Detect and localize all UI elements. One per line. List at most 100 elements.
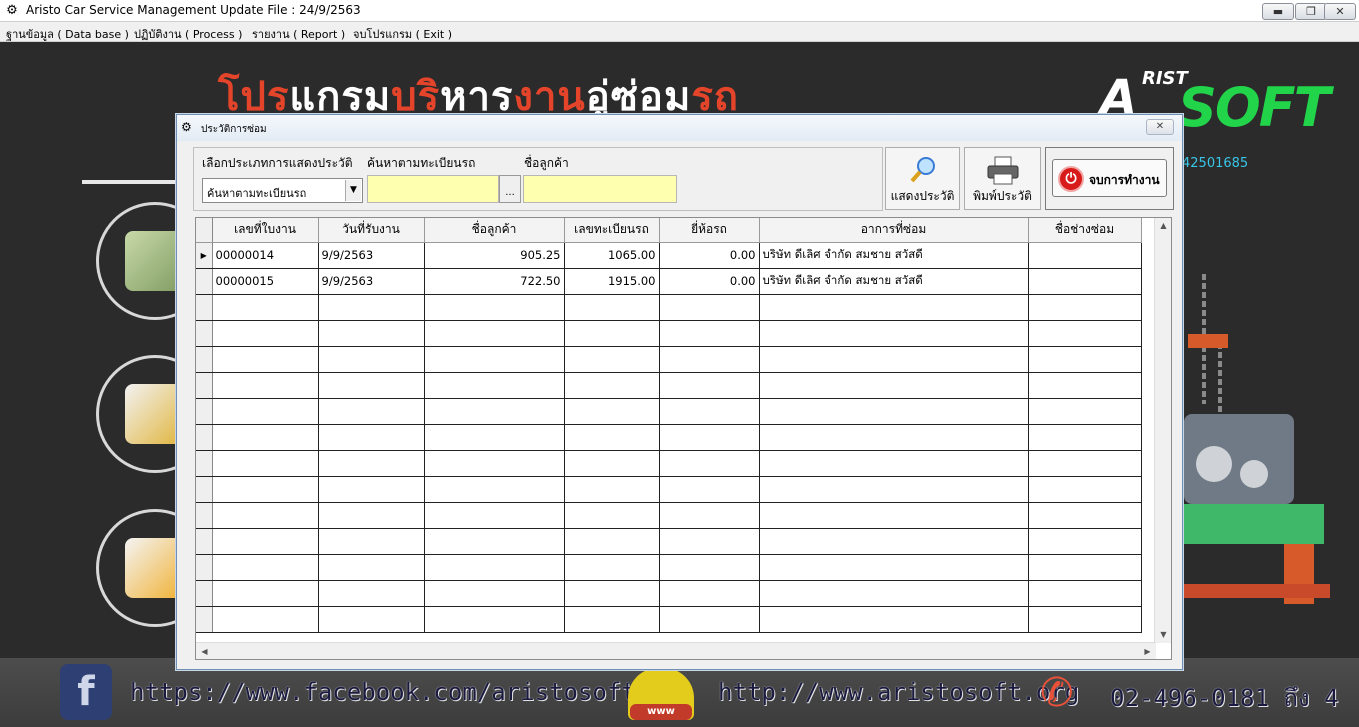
column-header[interactable]: ยี่ห้อรถ: [659, 218, 760, 243]
table-cell[interactable]: [318, 450, 425, 477]
table-cell[interactable]: [212, 398, 319, 425]
table-cell[interactable]: [659, 580, 760, 607]
table-cell[interactable]: 9/9/2563: [318, 242, 425, 269]
table-row[interactable]: [196, 346, 1142, 373]
table-cell[interactable]: 0.00: [659, 268, 760, 295]
table-cell[interactable]: [564, 528, 660, 555]
table-cell[interactable]: [1028, 346, 1142, 373]
table-cell[interactable]: [212, 502, 319, 529]
exit-button[interactable]: ⏻ จบการทำงาน: [1045, 147, 1174, 210]
table-cell[interactable]: [759, 424, 1029, 451]
scroll-right-icon[interactable]: ▶: [1139, 643, 1156, 659]
table-cell[interactable]: [212, 580, 319, 607]
table-cell[interactable]: [318, 398, 425, 425]
table-row[interactable]: [196, 398, 1142, 425]
table-cell[interactable]: [759, 372, 1029, 399]
table-cell[interactable]: [318, 346, 425, 373]
table-cell[interactable]: [1028, 502, 1142, 529]
table-cell[interactable]: [659, 554, 760, 581]
table-cell[interactable]: [1028, 606, 1142, 633]
table-row[interactable]: [196, 372, 1142, 399]
table-cell[interactable]: [1028, 372, 1142, 399]
menu-process[interactable]: ปฏิบัติงาน ( Process ): [134, 25, 242, 43]
table-cell[interactable]: [759, 502, 1029, 529]
table-cell[interactable]: บริษัท ดีเลิศ จำกัด สมชาย สวัสดี: [759, 242, 1029, 269]
table-cell[interactable]: [424, 346, 565, 373]
table-cell[interactable]: [1028, 242, 1142, 269]
table-cell[interactable]: [212, 476, 319, 503]
history-grid[interactable]: เลขที่ใบงาน วันที่รับงาน ชื่อลูกค้า เลขท…: [195, 217, 1172, 660]
table-row[interactable]: [196, 528, 1142, 555]
table-cell[interactable]: [1028, 398, 1142, 425]
table-row[interactable]: [196, 580, 1142, 607]
table-row[interactable]: [196, 320, 1142, 347]
table-cell[interactable]: [318, 554, 425, 581]
table-cell[interactable]: [659, 528, 760, 555]
table-cell[interactable]: [212, 320, 319, 347]
table-cell[interactable]: [1028, 294, 1142, 321]
print-history-button[interactable]: พิมพ์ประวัติ: [964, 147, 1041, 210]
table-cell[interactable]: [212, 294, 319, 321]
table-cell[interactable]: [564, 398, 660, 425]
table-cell[interactable]: [424, 554, 565, 581]
table-cell[interactable]: [212, 424, 319, 451]
table-cell[interactable]: [564, 450, 660, 477]
column-header[interactable]: วันที่รับงาน: [318, 218, 425, 243]
exit-button-face[interactable]: ⏻ จบการทำงาน: [1052, 159, 1167, 197]
table-cell[interactable]: [212, 450, 319, 477]
table-cell[interactable]: [659, 320, 760, 347]
scroll-left-icon[interactable]: ◀: [196, 643, 213, 659]
table-cell[interactable]: 00000015: [212, 268, 319, 295]
table-cell[interactable]: [659, 346, 760, 373]
table-cell[interactable]: [759, 528, 1029, 555]
table-cell[interactable]: [212, 346, 319, 373]
table-cell[interactable]: [1028, 450, 1142, 477]
table-row[interactable]: ▶ 00000014 9/9/2563 905.25 1065.00 0.00 …: [196, 242, 1142, 269]
table-cell[interactable]: [424, 606, 565, 633]
row-selector[interactable]: [196, 476, 213, 503]
table-cell[interactable]: [759, 450, 1029, 477]
table-cell[interactable]: 905.25: [424, 242, 565, 269]
table-cell[interactable]: [564, 554, 660, 581]
table-cell[interactable]: [318, 476, 425, 503]
table-cell[interactable]: [659, 372, 760, 399]
table-cell[interactable]: [759, 294, 1029, 321]
table-row[interactable]: [196, 294, 1142, 321]
table-cell[interactable]: [318, 502, 425, 529]
table-cell[interactable]: 722.50: [424, 268, 565, 295]
minimize-button[interactable]: ▬: [1262, 3, 1294, 20]
table-cell[interactable]: [424, 580, 565, 607]
table-cell[interactable]: [424, 294, 565, 321]
table-cell[interactable]: [564, 320, 660, 347]
menu-exit[interactable]: จบโปรแกรม ( Exit ): [353, 25, 452, 43]
column-header[interactable]: เลขทะเบียนรถ: [564, 218, 660, 243]
table-cell[interactable]: [659, 294, 760, 321]
table-cell[interactable]: [564, 580, 660, 607]
table-row[interactable]: [196, 424, 1142, 451]
table-row[interactable]: [196, 476, 1142, 503]
table-cell[interactable]: [212, 372, 319, 399]
row-selector[interactable]: [196, 372, 213, 399]
table-cell[interactable]: [318, 528, 425, 555]
table-cell[interactable]: 1915.00: [564, 268, 660, 295]
row-selector[interactable]: [196, 268, 213, 295]
row-selector[interactable]: [196, 424, 213, 451]
row-selector[interactable]: [196, 554, 213, 581]
customer-input[interactable]: [523, 175, 677, 203]
plate-input[interactable]: [367, 175, 499, 203]
table-cell[interactable]: [759, 398, 1029, 425]
table-cell[interactable]: [424, 502, 565, 529]
table-cell[interactable]: [759, 476, 1029, 503]
table-cell[interactable]: [564, 502, 660, 529]
restore-button[interactable]: ❐: [1295, 3, 1327, 20]
row-selector[interactable]: [196, 580, 213, 607]
table-cell[interactable]: 9/9/2563: [318, 268, 425, 295]
table-cell[interactable]: [1028, 580, 1142, 607]
scroll-down-icon[interactable]: ▼: [1155, 627, 1171, 643]
table-cell[interactable]: [759, 554, 1029, 581]
table-cell[interactable]: [659, 606, 760, 633]
show-history-button[interactable]: แสดงประวัติ: [885, 147, 960, 210]
table-cell[interactable]: [318, 580, 425, 607]
table-cell[interactable]: [1028, 268, 1142, 295]
horizontal-scrollbar[interactable]: ◀ ▶: [196, 642, 1156, 659]
